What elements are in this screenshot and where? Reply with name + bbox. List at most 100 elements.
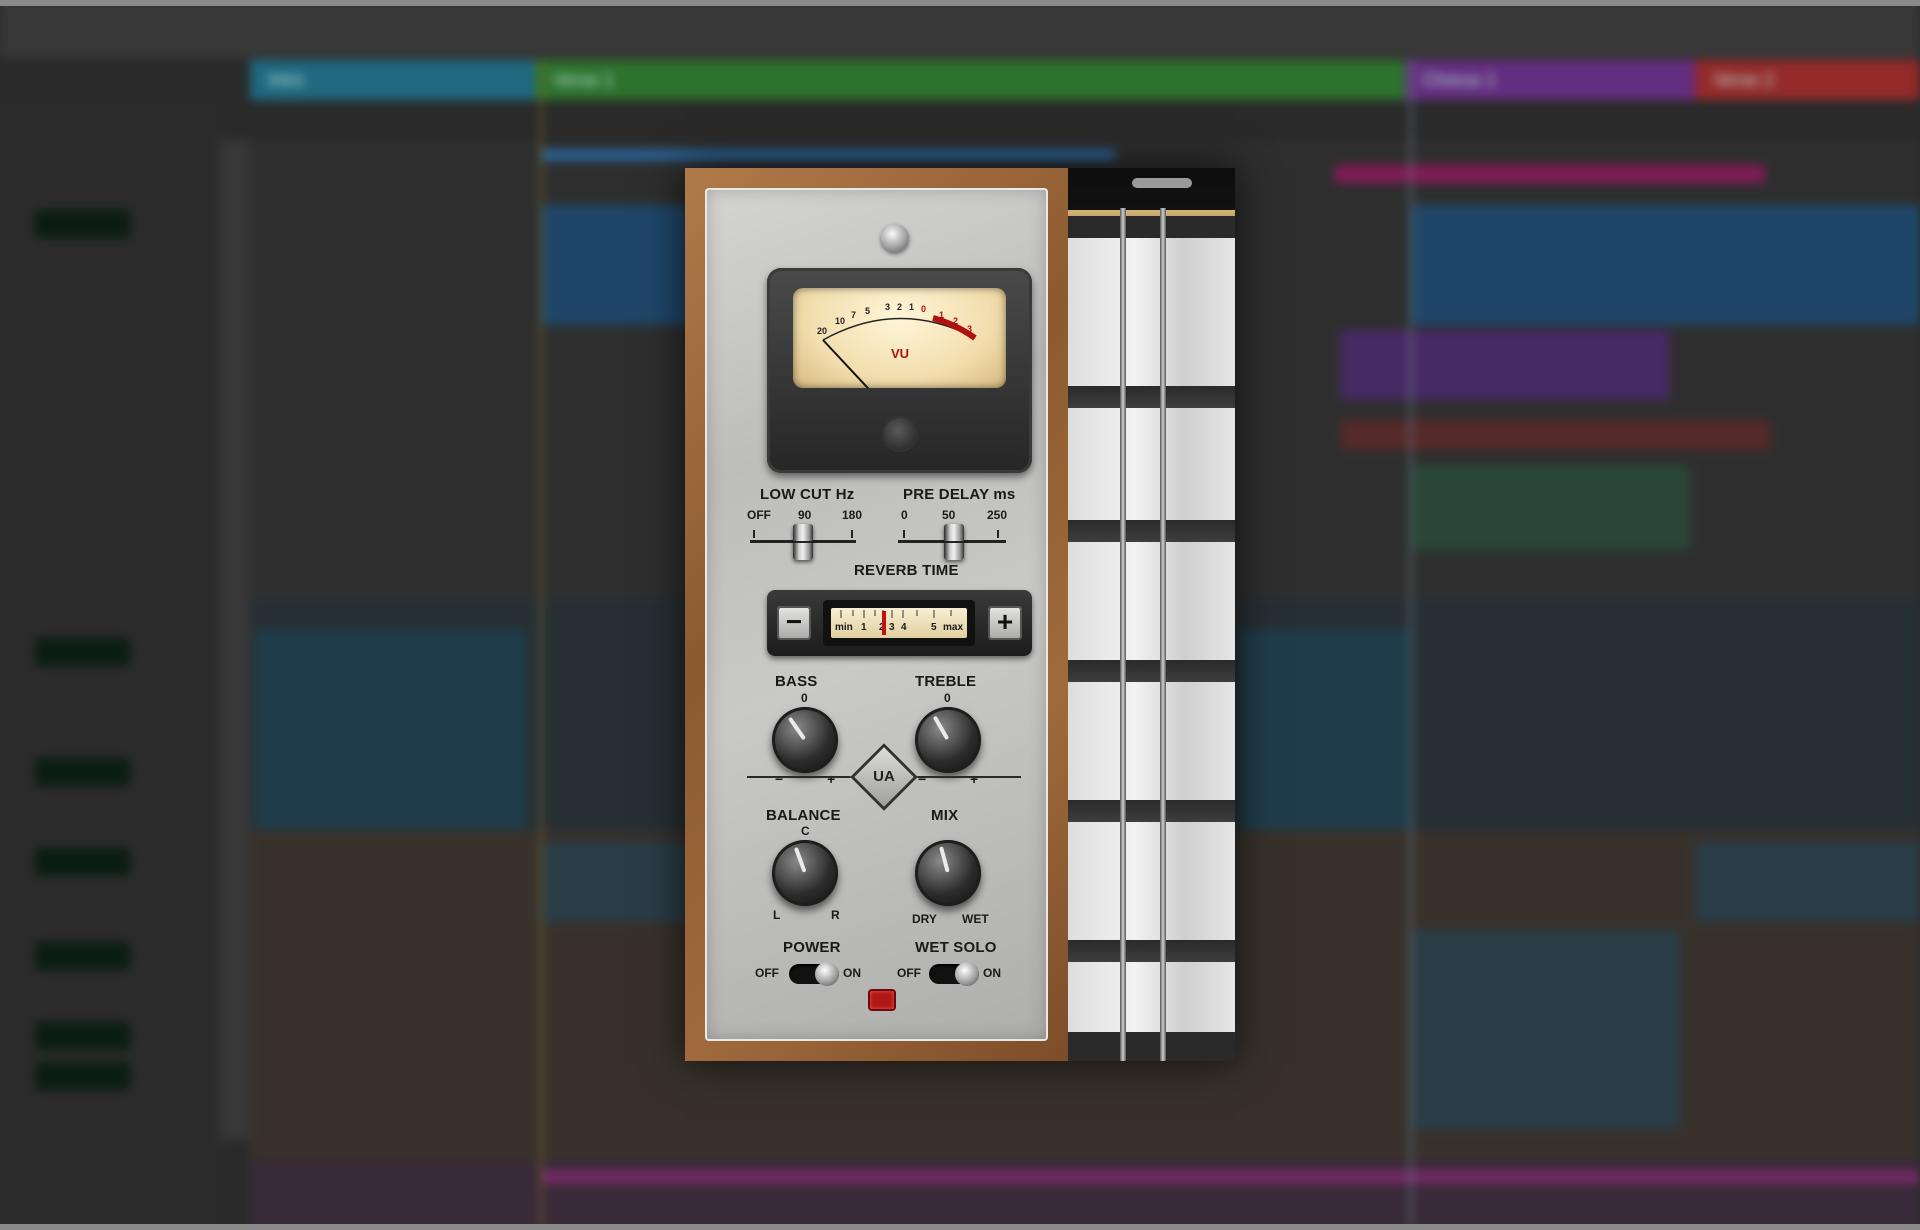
marker-label: Verse 2 [1713,70,1775,90]
track-meter [35,942,130,970]
reverb-time-mark-3: 3 [889,622,895,633]
pre-delay-label: PRE DELAY ms [903,486,1016,503]
track-headers [0,100,220,1230]
slider-tick [851,530,853,538]
bass-center-mark: 0 [801,691,808,705]
treble-minus-mark: − [918,771,927,787]
clip[interactable] [540,842,690,922]
ua-logo: UA [850,743,918,811]
clip[interactable] [1410,205,1920,325]
balance-center-mark: C [801,824,810,838]
track-meter [35,210,130,238]
slider-tick [753,530,755,538]
plate-section [1068,408,1235,520]
playhead-line [1410,60,1412,1230]
clip[interactable] [1410,930,1680,1130]
power-on-label: ON [843,966,861,980]
reverb-time-display: min 1 2 3 4 5 max [823,600,975,646]
marker-verse-2[interactable]: Verse 2 [1695,60,1920,100]
knob-pointer [787,716,807,741]
power-toggle[interactable] [789,962,839,986]
frame-slat [1068,800,1235,822]
vu-meter: 20 10 7 532 10 12 3 VU [767,268,1032,473]
plate-section [1068,682,1235,800]
wet-solo-off-label: OFF [897,966,921,980]
marker-label: Intro [268,70,305,90]
pre-delay-tick-50: 50 [942,508,956,522]
svg-text:1: 1 [909,302,914,312]
meter-zero-adjust-screw[interactable] [882,416,918,452]
power-indicator-lamp [870,991,894,1009]
marker-intro[interactable]: Intro [250,60,535,100]
balance-right-mark: R [831,908,840,922]
track-meter [35,638,130,666]
ua-logo-text: UA [873,768,895,785]
wet-solo-toggle[interactable] [929,962,979,986]
clip[interactable] [540,150,1115,160]
mix-knob[interactable] [915,840,981,906]
track-meter [35,1062,130,1090]
track-lane [250,1160,1920,1230]
svg-text:2: 2 [953,316,958,326]
slider-tick [903,530,905,538]
clip[interactable] [255,630,525,830]
plate-section [1068,962,1235,1032]
plate-section [1068,822,1235,940]
bass-knob[interactable] [772,707,838,773]
balance-knob[interactable] [772,840,838,906]
clip[interactable] [540,205,690,325]
reverb-time-scale: min 1 2 3 4 5 max [831,608,967,638]
treble-knob[interactable] [915,707,981,773]
svg-text:20: 20 [817,326,827,336]
clip[interactable] [1410,465,1690,550]
reverb-time-mark-4: 4 [901,622,907,633]
track-color-strip [220,140,250,1140]
reverb-time-max: max [943,622,964,633]
reverb-time-min: min [835,622,853,633]
clip[interactable] [1695,842,1920,922]
clip[interactable] [1240,630,1410,830]
reverb-time-mark-5: 5 [931,622,937,633]
svg-text:5: 5 [865,306,870,316]
reverb-time-label: REVERB TIME [854,562,959,579]
pre-delay-fader[interactable] [944,524,965,560]
timeline-ruler[interactable] [0,0,1920,58]
clip[interactable] [1335,165,1765,183]
low-cut-tick-180: 180 [842,508,863,522]
frame-slat [1068,520,1235,542]
vu-meter-face: 20 10 7 532 10 12 3 VU [793,288,1006,388]
bass-label: BASS [775,673,818,690]
screw-icon [881,224,909,252]
vu-label: VU [891,346,909,361]
arrangement-markers: Intro Verse 1 Chorus 1 Verse 2 [250,60,1920,100]
screen: Intro Verse 1 Chorus 1 Verse 2 20 10 7 5… [0,0,1920,1230]
low-cut-fader[interactable] [793,524,813,560]
plate-section [1068,542,1235,660]
track-meter [35,758,130,786]
svg-text:10: 10 [835,316,845,326]
marker-verse-1[interactable]: Verse 1 [535,60,1405,100]
svg-text:3: 3 [967,324,972,334]
wet-solo-label: WET SOLO [915,939,997,956]
clip[interactable] [1340,420,1770,450]
knob-pointer [932,715,950,741]
slider-tick [997,530,999,538]
reverb-time-decrease-button[interactable]: − [777,606,811,640]
plugin-faceplate-frame: 20 10 7 532 10 12 3 VU LOW CUT Hz OFF 90… [685,168,1068,1061]
balance-label: BALANCE [766,807,841,824]
low-cut-tick-off: OFF [747,508,771,522]
plate-rod [1120,208,1126,1061]
frame-slat [1068,940,1235,962]
reverb-time-ticks [840,610,952,618]
clip[interactable] [1340,330,1670,400]
clip[interactable] [540,1170,1920,1184]
panel-divider-right [909,776,1021,778]
plate-rod [1160,208,1166,1061]
plugin-control-panel: 20 10 7 532 10 12 3 VU LOW CUT Hz OFF 90… [705,188,1048,1041]
reverb-time-increase-button[interactable]: + [988,606,1022,640]
marker-chorus-1[interactable]: Chorus 1 [1405,60,1695,100]
wet-solo-on-label: ON [983,966,1001,980]
mix-wet-mark: WET [962,912,989,926]
knob-pointer [939,846,950,873]
panel-divider-left [747,776,859,778]
